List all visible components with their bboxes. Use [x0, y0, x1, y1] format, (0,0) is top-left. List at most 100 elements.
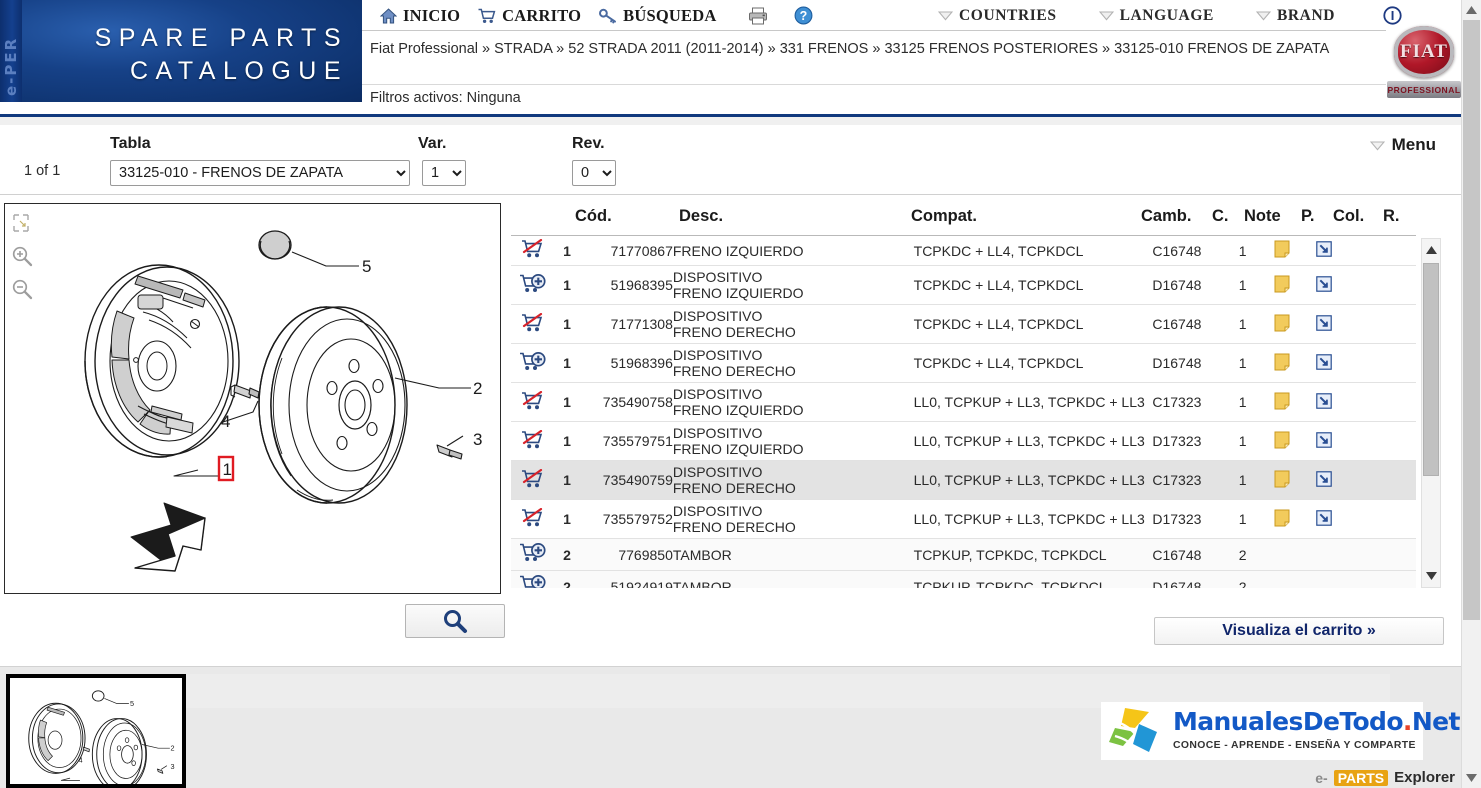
- note-icon[interactable]: [1274, 509, 1290, 530]
- cell-code[interactable]: 735490759: [579, 461, 673, 500]
- cart-blocked-icon[interactable]: [521, 429, 545, 453]
- window-scrollbar-track[interactable]: [1463, 622, 1480, 767]
- nav-language[interactable]: LANGUAGE: [1093, 0, 1220, 31]
- cell-cart[interactable]: [511, 344, 555, 383]
- cell-note[interactable]: [1258, 236, 1306, 266]
- cell-note[interactable]: [1258, 383, 1306, 422]
- note-icon[interactable]: [1274, 470, 1290, 491]
- cell-cart[interactable]: [511, 539, 555, 571]
- table-row[interactable]: 1 735579751 DISPOSITIVO FRENO IZQUIERDO LL0,…: [511, 422, 1416, 461]
- cell-cart[interactable]: [511, 266, 555, 305]
- cell-code[interactable]: 51968395: [579, 266, 673, 305]
- cart-blocked-icon[interactable]: [521, 238, 545, 262]
- cell-code[interactable]: 71771308: [579, 305, 673, 344]
- note-icon[interactable]: [1274, 353, 1290, 374]
- cell-p[interactable]: [1306, 383, 1341, 422]
- table-row[interactable]: 2 51924919 TAMBOR TCPKUP, TCPKDC, TCPKDCL D1…: [511, 570, 1416, 589]
- cell-note[interactable]: [1258, 266, 1306, 305]
- link-icon[interactable]: [1315, 509, 1332, 529]
- rev-select[interactable]: 0: [572, 160, 616, 186]
- cell-p[interactable]: [1306, 266, 1341, 305]
- link-icon[interactable]: [1315, 470, 1332, 490]
- window-scroll-down-icon[interactable]: [1462, 769, 1481, 787]
- cell-code[interactable]: 51924919: [579, 571, 673, 589]
- cell-cart[interactable]: [511, 461, 555, 500]
- parts-table-body[interactable]: 1 71770867 FRENO IZQUIERDO TCPKDC + LL4, TC…: [511, 236, 1416, 588]
- table-row[interactable]: 2 7769850 TAMBOR TCPKUP, TCPKDC, TCPKDCL C16…: [511, 538, 1416, 571]
- nav-help[interactable]: ?: [788, 0, 819, 31]
- scroll-down-icon[interactable]: [1422, 567, 1440, 585]
- tabla-select[interactable]: 33125-010 - FRENOS DE ZAPATA: [110, 160, 410, 186]
- note-icon[interactable]: [1274, 275, 1290, 296]
- cart-blocked-icon[interactable]: [521, 390, 545, 414]
- cell-p[interactable]: [1306, 539, 1341, 571]
- cart-add-icon[interactable]: [519, 575, 547, 588]
- cell-cart[interactable]: [511, 383, 555, 422]
- note-icon[interactable]: [1274, 392, 1290, 413]
- zoom-out-icon[interactable]: [11, 278, 41, 305]
- zoom-in-icon[interactable]: [11, 245, 41, 272]
- cart-blocked-icon[interactable]: [521, 468, 545, 492]
- cell-note[interactable]: [1258, 422, 1306, 461]
- fit-page-icon[interactable]: [11, 212, 41, 239]
- window-scrollbar-thumb[interactable]: [1463, 20, 1480, 620]
- scroll-up-icon[interactable]: [1422, 241, 1440, 259]
- diagram-panel[interactable]: 5 2 3 4 1: [4, 203, 501, 594]
- cell-cart[interactable]: [511, 236, 555, 266]
- nav-inicio[interactable]: INICIO: [374, 0, 466, 31]
- note-icon[interactable]: [1274, 240, 1290, 261]
- cell-p[interactable]: [1306, 571, 1341, 589]
- table-row[interactable]: 1 71771308 DISPOSITIVO FRENO DERECHO TCPKDC …: [511, 305, 1416, 344]
- cell-note[interactable]: [1258, 539, 1306, 571]
- cell-code[interactable]: 735579751: [579, 422, 673, 461]
- cart-blocked-icon[interactable]: [521, 507, 545, 531]
- diagram-search-button[interactable]: [405, 604, 505, 638]
- cell-note[interactable]: [1258, 305, 1306, 344]
- link-icon[interactable]: [1315, 314, 1332, 334]
- nav-brand[interactable]: BRAND: [1250, 0, 1341, 31]
- cart-add-icon[interactable]: [519, 273, 547, 298]
- diagram-thumbnail[interactable]: 5 2 3 4: [6, 674, 186, 788]
- window-scroll-up-icon[interactable]: [1462, 1, 1481, 19]
- link-icon[interactable]: [1315, 275, 1332, 295]
- table-scrollbar[interactable]: [1421, 238, 1441, 588]
- cell-code[interactable]: 7769850: [579, 539, 673, 571]
- cell-code[interactable]: 51968396: [579, 344, 673, 383]
- nav-carrito[interactable]: CARRITO: [472, 0, 587, 31]
- cell-p[interactable]: [1306, 236, 1341, 266]
- table-row[interactable]: 1 735579752 DISPOSITIVO FRENO DERECHO LL0, T…: [511, 500, 1416, 539]
- link-icon[interactable]: [1315, 431, 1332, 451]
- cart-add-icon[interactable]: [519, 351, 547, 376]
- cell-p[interactable]: [1306, 500, 1341, 539]
- cell-cart[interactable]: [511, 422, 555, 461]
- cell-code[interactable]: 735490758: [579, 383, 673, 422]
- cart-add-icon[interactable]: [519, 543, 547, 567]
- cell-note[interactable]: [1258, 500, 1306, 539]
- table-row[interactable]: 1 51968396 DISPOSITIVO FRENO DERECHO TCPKDC …: [511, 344, 1416, 383]
- nav-countries[interactable]: COUNTRIES: [932, 0, 1063, 31]
- view-cart-button[interactable]: Visualiza el carrito »: [1154, 617, 1444, 645]
- link-icon[interactable]: [1315, 241, 1332, 260]
- cell-p[interactable]: [1306, 422, 1341, 461]
- cell-code[interactable]: 735579752: [579, 500, 673, 539]
- cell-cart[interactable]: [511, 305, 555, 344]
- cell-p[interactable]: [1306, 344, 1341, 383]
- cell-code[interactable]: 71770867: [579, 236, 673, 266]
- cell-cart[interactable]: [511, 571, 555, 588]
- cell-p[interactable]: [1306, 305, 1341, 344]
- cart-blocked-icon[interactable]: [521, 312, 545, 336]
- note-icon[interactable]: [1274, 314, 1290, 335]
- cell-note[interactable]: [1258, 344, 1306, 383]
- nav-busqueda[interactable]: BÚSQUEDA: [593, 0, 722, 31]
- table-row[interactable]: 1 51968395 DISPOSITIVO FRENO IZQUIERDO TCPKD…: [511, 266, 1416, 305]
- link-icon[interactable]: [1315, 392, 1332, 412]
- cell-note[interactable]: [1258, 461, 1306, 500]
- cell-note[interactable]: [1258, 571, 1306, 589]
- table-scrollbar-thumb[interactable]: [1423, 263, 1439, 476]
- note-icon[interactable]: [1274, 431, 1290, 452]
- menu-button[interactable]: Menu: [1369, 135, 1436, 155]
- cell-p[interactable]: [1306, 461, 1341, 500]
- nav-print[interactable]: [742, 0, 774, 31]
- table-row[interactable]: 1 71770867 FRENO IZQUIERDO TCPKDC + LL4, TC…: [511, 236, 1416, 266]
- var-select[interactable]: 1: [422, 160, 466, 186]
